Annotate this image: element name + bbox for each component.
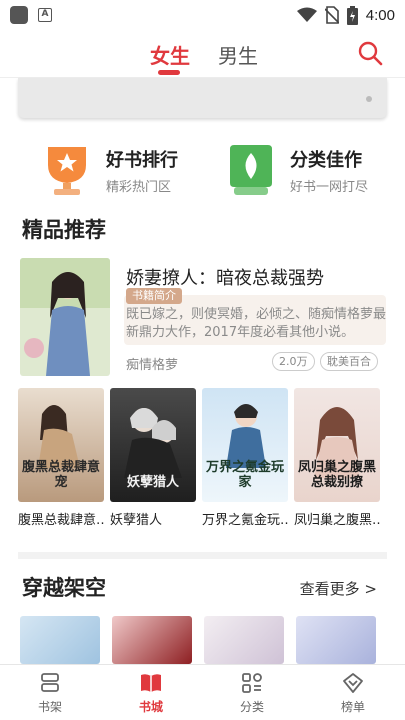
ranking-icon: [343, 673, 363, 693]
book-cover: 万界之氪金玩家: [202, 388, 288, 502]
read-count-badge: 2.0万: [272, 352, 315, 371]
genre-tag: 耽美百合: [320, 352, 378, 371]
featured-book-cover[interactable]: [20, 258, 110, 376]
nav-bookshelf[interactable]: 书架: [20, 671, 80, 715]
active-tab-indicator: [158, 70, 180, 75]
book-cover: 腹黑总裁肆意宠: [18, 388, 104, 502]
book-cover[interactable]: [204, 616, 284, 664]
category-subtitle: 好书一网打尽: [290, 179, 369, 195]
status-bar: A 4:00: [0, 0, 405, 30]
leaf-icon: [230, 145, 272, 195]
book-cover[interactable]: [20, 616, 100, 664]
book-title: 凤归巢之腹黑…: [294, 513, 380, 528]
gender-tabs: 女生 男生: [0, 30, 405, 78]
tab-female[interactable]: 女生: [150, 40, 190, 69]
search-icon[interactable]: [357, 40, 383, 66]
see-more-link[interactable]: 查看更多 >: [300, 578, 377, 599]
app-icon: [10, 6, 28, 24]
featured-book-intro: 既已嫁之，则使冥婚，必倾之、随痴情格萝最新鼎力大作，2017年度必看其他小说。: [126, 307, 387, 340]
category-title: 分类佳作: [290, 149, 362, 171]
no-sim-icon: [324, 6, 339, 24]
featured-book-author: 痴情格萝: [126, 358, 179, 373]
book-icon: [141, 674, 161, 692]
bookshelf-icon: [41, 673, 59, 692]
wifi-icon: [296, 7, 317, 22]
nav-bookstore[interactable]: 书城: [121, 671, 181, 715]
featured-book-title[interactable]: 娇妻撩人：暗夜总裁强势: [126, 264, 324, 290]
intro-badge: 书籍简介: [126, 288, 182, 304]
cover-title: 万界之氪金玩家: [206, 460, 285, 490]
category-entry[interactable]: 分类佳作 好书一网打尽: [228, 140, 368, 200]
ranking-title: 好书排行: [106, 149, 178, 171]
banner-carousel[interactable]: [18, 78, 387, 118]
grid-book[interactable]: 万界之氪金玩家 万界之氪金玩…: [202, 388, 288, 528]
ranking-subtitle: 精彩热门区: [106, 179, 172, 195]
cover-title: 妖孽猎人: [126, 475, 179, 490]
nav-label: 榜单: [340, 700, 365, 714]
bottom-nav: 书架 书城 分类 榜单: [0, 664, 405, 720]
book-cover: 妖孽猎人: [110, 388, 196, 502]
book-cover[interactable]: [112, 616, 192, 664]
clock: 4:00: [365, 6, 395, 24]
cover-title: 腹黑总裁肆意宠: [22, 460, 101, 490]
featured-section-title: 精品推荐: [22, 218, 106, 242]
a-icon: A: [38, 8, 52, 22]
cover-title: 凤归巢之腹黑总裁别撩: [298, 460, 377, 490]
book-title: 万界之氪金玩…: [202, 513, 288, 528]
nav-label: 书城: [138, 700, 163, 714]
grid-book[interactable]: 腹黑总裁肆意宠 腹黑总裁肆意…: [18, 388, 104, 528]
section-divider: [18, 552, 387, 559]
battery-icon: [346, 5, 358, 25]
book-title: 腹黑总裁肆意…: [18, 513, 104, 528]
nav-label: 分类: [239, 700, 264, 714]
book-cover[interactable]: [296, 616, 376, 664]
nav-category[interactable]: 分类: [222, 671, 282, 715]
carousel-dot: [366, 96, 372, 102]
grid-book[interactable]: 妖孽猎人 妖孽猎人: [110, 388, 196, 528]
ranking-entry[interactable]: 好书排行 精彩热门区: [44, 140, 178, 200]
tab-male[interactable]: 男生: [218, 40, 258, 69]
nav-ranking[interactable]: 榜单: [323, 671, 383, 715]
time-travel-section-title: 穿越架空: [22, 576, 106, 600]
nav-label: 书架: [37, 700, 62, 714]
trophy-icon: [48, 147, 86, 195]
category-icon: [242, 673, 262, 693]
book-title: 妖孽猎人: [110, 513, 163, 528]
grid-book[interactable]: 凤归巢之腹黑总裁别撩 凤归巢之腹黑…: [294, 388, 380, 528]
book-cover: 凤归巢之腹黑总裁别撩: [294, 388, 380, 502]
